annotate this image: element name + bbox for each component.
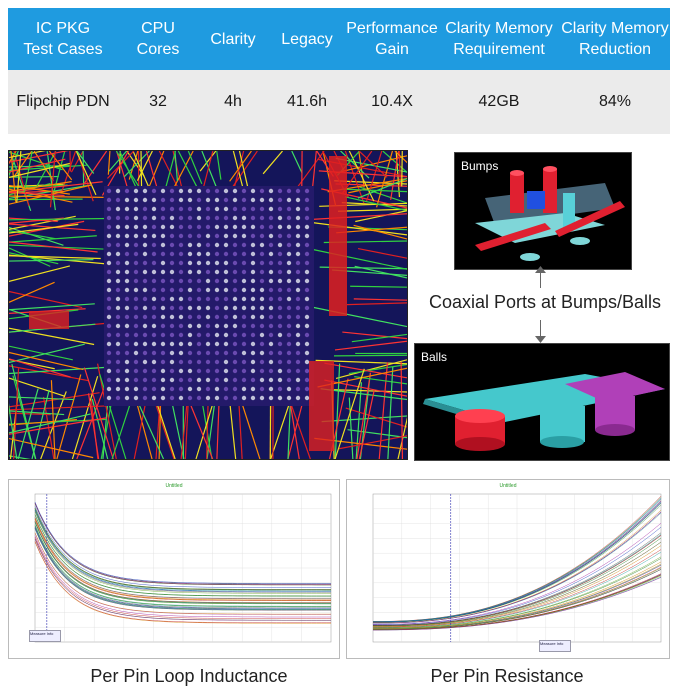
cell-test-case: Flipchip PDN xyxy=(16,93,110,110)
cell-memory-requirement: 42GB xyxy=(478,93,520,110)
inductance-graph-title: Untitled xyxy=(165,483,183,489)
inductance-graph: Untitled Measure Info xyxy=(8,479,340,659)
header-clarity: Clarity xyxy=(210,30,256,48)
resistance-graph-title: Untitled xyxy=(499,483,517,489)
table-row: Flipchip PDN 32 4h 41.6h 10.4X 42GB 84% xyxy=(8,70,670,134)
header-memory-requirement: Clarity Memory Requirement xyxy=(445,20,553,58)
header-performance-gain: Performance Gain xyxy=(346,20,438,58)
bumps-3d-view: Bumps xyxy=(454,152,632,270)
inductance-legend-box: Measure Info xyxy=(29,630,61,642)
balls-drawing xyxy=(423,372,665,451)
resistance-graph: Untitled Measure Info xyxy=(346,479,670,659)
inductance-legend-label: Measure Info xyxy=(30,631,54,636)
cell-clarity: 4h xyxy=(224,93,242,110)
balls-label: Balls xyxy=(421,350,448,364)
header-legacy: Legacy xyxy=(281,30,333,48)
coaxial-ports-label: Coaxial Ports at Bumps/Balls xyxy=(428,292,662,312)
balls-3d-view: Balls xyxy=(414,343,670,461)
results-table: IC PKG Test Cases CPU Cores Clarity Lega… xyxy=(8,8,670,134)
header-memory-reduction: Clarity Memory Reduction xyxy=(561,20,669,58)
cell-memory-reduction: 84% xyxy=(598,93,632,110)
resistance-caption: Per Pin Resistance xyxy=(430,666,584,686)
arrow-up-head-icon xyxy=(535,266,546,273)
cell-performance-gain: 10.4X xyxy=(371,93,413,110)
resistance-legend-label: Measure Info xyxy=(540,641,564,646)
inductance-caption: Per Pin Loop Inductance xyxy=(90,666,288,686)
package-layout-drawing xyxy=(9,151,407,459)
header-cpu-cores: CPU Cores xyxy=(136,20,180,58)
resistance-legend-box: Measure Info xyxy=(539,640,571,652)
cell-legacy: 41.6h xyxy=(286,93,328,110)
cell-cpu-cores: 32 xyxy=(149,93,167,110)
bumps-label: Bumps xyxy=(461,159,499,173)
package-layout-image xyxy=(8,150,408,460)
resistance-plot xyxy=(372,493,662,643)
header-test-cases: IC PKG Test Cases xyxy=(23,20,103,58)
table-header-row: IC PKG Test Cases CPU Cores Clarity Lega… xyxy=(8,8,670,70)
